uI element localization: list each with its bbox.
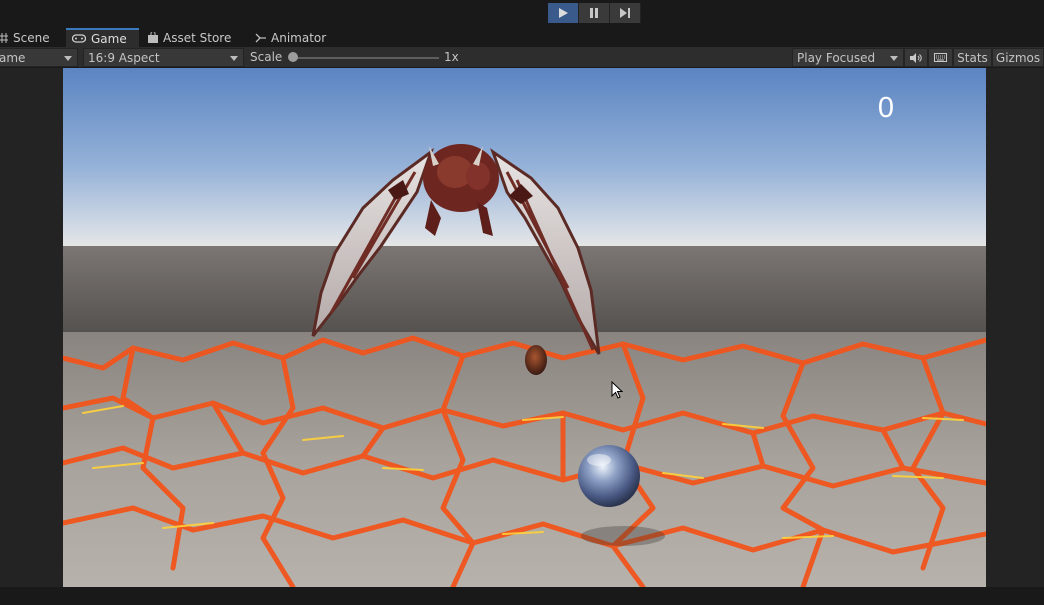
tab-label: Game (91, 31, 127, 46)
chevron-down-icon (890, 56, 898, 61)
lava-egg (525, 345, 547, 375)
scale-label: Scale (250, 50, 283, 64)
animator-icon (255, 33, 266, 42)
gizmos-label: Gizmos (995, 50, 1041, 65)
tab-label: Animator (271, 30, 327, 45)
grid-icon (0, 32, 8, 43)
stats-button[interactable]: Stats (953, 48, 992, 67)
speaker-icon (910, 52, 922, 63)
game-scene (63, 68, 986, 587)
aspect-label: 16:9 Aspect (88, 50, 160, 65)
tab-asset-store[interactable]: Asset Store (148, 28, 248, 47)
pause-button[interactable] (579, 3, 610, 23)
play-icon (559, 8, 568, 18)
tab-animator[interactable]: Animator (255, 28, 345, 47)
step-icon (619, 8, 630, 18)
tab-game[interactable]: Game (66, 28, 139, 47)
play-button[interactable] (548, 3, 579, 23)
display-label: ame (0, 50, 26, 65)
window-tabs: Scene Game Asset Store Animator (0, 28, 1044, 47)
tab-scene[interactable]: Scene (0, 28, 62, 47)
gizmos-button[interactable]: Gizmos (992, 48, 1044, 67)
chevron-down-icon (64, 56, 72, 61)
play-controls (548, 3, 641, 23)
display-dropdown[interactable]: ame (0, 48, 78, 67)
gamepad-icon (72, 34, 86, 43)
keyboard-icon (934, 53, 947, 62)
pause-icon (590, 8, 598, 18)
scale-slider-handle[interactable] (288, 52, 298, 62)
play-mode-dropdown[interactable]: Play Focused (792, 48, 904, 67)
play-mode-label: Play Focused (797, 50, 876, 65)
mute-audio-button[interactable] (904, 48, 928, 67)
bag-icon (148, 32, 158, 43)
tab-label: Scene (13, 30, 50, 45)
left-gutter (0, 68, 63, 587)
keyboard-shortcuts-button[interactable] (928, 48, 953, 67)
stats-label: Stats (957, 50, 988, 65)
game-toolbar: ame 16:9 Aspect Scale 1x Play Focused St… (0, 47, 1044, 68)
player-sphere (578, 445, 640, 507)
tab-label: Asset Store (163, 30, 232, 45)
top-bar (0, 0, 1044, 28)
mouse-cursor-icon (611, 381, 623, 399)
chevron-down-icon (230, 56, 238, 61)
step-button[interactable] (610, 3, 641, 23)
right-gutter (986, 68, 1044, 587)
scale-value: 1x (444, 50, 459, 64)
score-counter: 0 (877, 92, 894, 124)
scale-slider-track[interactable] (293, 57, 439, 59)
game-viewport[interactable]: 0 (63, 68, 986, 587)
aspect-dropdown[interactable]: 16:9 Aspect (83, 48, 244, 67)
bottom-bar (0, 587, 1044, 605)
